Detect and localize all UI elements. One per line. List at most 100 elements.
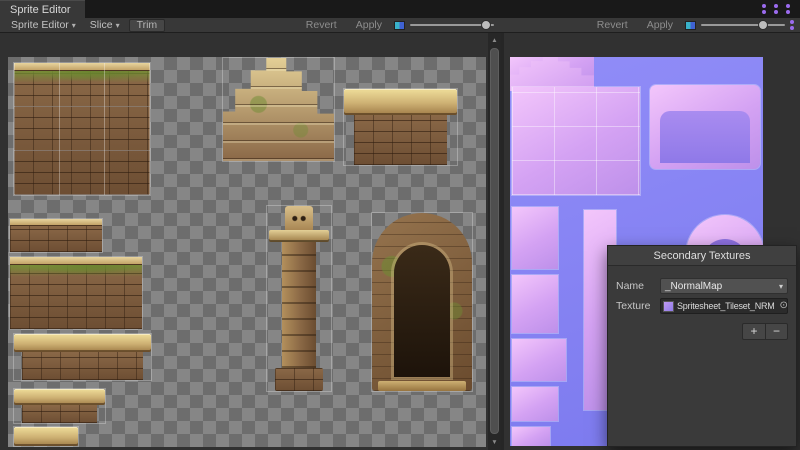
normalmap-platform-large[interactable] — [650, 85, 760, 169]
sprite-wall-cap — [14, 63, 150, 71]
texture-thumbnail — [663, 301, 674, 312]
sprite-wall-strip-2[interactable] — [10, 257, 142, 329]
texture-label: Texture — [616, 300, 660, 312]
name-dropdown[interactable]: _NormalMap ▾ — [660, 278, 788, 294]
object-picker-icon[interactable]: ⊙ — [778, 300, 788, 312]
sprite-platform-base — [22, 405, 97, 423]
sprite-wall-bricks — [14, 71, 150, 195]
apply-button[interactable]: Apply — [349, 18, 389, 32]
window-dots-icon — [790, 20, 794, 30]
revert-button[interactable]: Revert — [299, 18, 344, 32]
sprite-strip-cap — [10, 257, 142, 265]
trim-button[interactable]: Trim — [129, 19, 166, 32]
name-label: Name — [616, 280, 660, 292]
zoom-slider-track[interactable] — [701, 24, 785, 26]
sprite-platform-thin-2[interactable] — [14, 389, 105, 423]
sprite-stairs-shape — [223, 58, 334, 161]
scroll-up-icon[interactable]: ▲ — [488, 34, 501, 47]
add-remove-toolbar: + − — [742, 323, 788, 340]
remove-secondary-texture-button[interactable]: − — [765, 324, 787, 339]
revert-label: Revert — [306, 19, 337, 31]
scroll-down-icon[interactable]: ▼ — [488, 436, 501, 449]
secondary-textures-fields: Name _NormalMap ▾ Texture Spritesheet_Ti… — [608, 266, 796, 314]
secondary-textures-title-label: Secondary Textures — [653, 250, 750, 262]
window-dots-icon — [786, 4, 790, 14]
normalmap-strip-1[interactable] — [512, 207, 558, 269]
chevron-down-icon: ▾ — [779, 282, 783, 291]
window-dots-icon — [774, 4, 778, 14]
sprite-platform-slab — [14, 427, 78, 446]
sprite-platform-base — [354, 115, 447, 165]
sprite-sheet-viewport[interactable] — [8, 57, 486, 447]
revert-label: Revert — [597, 19, 628, 31]
toolbar-left-group: Sprite Editor ▾ Slice ▾ Trim — [4, 18, 165, 32]
secondary-textures-panel: Secondary Textures Name _NormalMap ▾ Tex… — [607, 245, 797, 447]
window-titlebar: Sprite Editor — [0, 0, 800, 18]
slice-label: Slice — [90, 19, 113, 31]
chevron-down-icon: ▾ — [72, 21, 76, 30]
color-channel-toggle-icon[interactable] — [685, 21, 696, 30]
sprite-editor-mode-dropdown[interactable]: Sprite Editor ▾ — [4, 18, 83, 32]
sprite-pillar-collar — [269, 230, 329, 242]
normalmap-strip-4[interactable] — [512, 387, 558, 421]
zoom-slider-knob[interactable] — [481, 20, 491, 30]
slice-grid-lines — [512, 87, 640, 195]
sprite-platform-slab — [14, 334, 151, 352]
name-row: Name _NormalMap ▾ — [616, 278, 788, 294]
sprite-editor-tab-label: Sprite Editor — [10, 4, 71, 16]
sprite-strip-bricks — [10, 265, 142, 329]
texture-object-field[interactable]: Spritesheet_Tileset_NRM ⊙ — [660, 298, 788, 314]
vertical-scrollbar[interactable]: ▲ ▼ — [488, 33, 501, 450]
normalmap-platform-base — [660, 111, 750, 163]
toolbar-right-pane-controls: Revert Apply — [590, 18, 794, 32]
normalmap-strip-3[interactable] — [512, 339, 566, 381]
zoom-slider-knob[interactable] — [758, 20, 768, 30]
sprite-editor-tab[interactable]: Sprite Editor — [0, 0, 85, 18]
sprite-pillar-head — [285, 206, 313, 232]
sprite-pillar-shaft — [282, 242, 316, 368]
chevron-down-icon: ▾ — [116, 21, 120, 30]
sprite-door-arch[interactable] — [372, 213, 472, 391]
sprite-platform-large[interactable] — [344, 89, 457, 165]
name-value: _NormalMap — [665, 281, 722, 292]
sprite-platform-thin-3[interactable] — [14, 427, 78, 446]
sprite-platform-base — [22, 352, 143, 380]
sprite-pillar-base — [275, 368, 323, 391]
texture-view-pane: ▲ ▼ — [0, 33, 502, 450]
normalmap-strip-2[interactable] — [512, 275, 558, 333]
texture-value: Spritesheet_Tileset_NRM — [677, 301, 775, 311]
normalmap-stairs[interactable] — [510, 57, 594, 91]
sprite-editor-toolbar: Sprite Editor ▾ Slice ▾ Trim Revert Appl… — [0, 18, 800, 33]
secondary-textures-footer: + − — [608, 318, 796, 345]
apply-button-secondary[interactable]: Apply — [640, 18, 680, 32]
secondary-textures-title: Secondary Textures — [608, 246, 796, 266]
zoom-slider-secondary[interactable] — [701, 18, 785, 32]
zoom-slider[interactable] — [410, 18, 494, 32]
toolbar-left-pane-controls: Revert Apply — [299, 18, 494, 32]
window-controls — [762, 4, 790, 14]
sprite-wall-strip-1[interactable] — [10, 219, 102, 252]
apply-label: Apply — [356, 19, 382, 31]
apply-label: Apply — [647, 19, 673, 31]
sprite-editor-mode-label: Sprite Editor — [11, 19, 69, 31]
sprite-stairs[interactable] — [223, 58, 334, 161]
slice-dropdown[interactable]: Slice ▾ — [83, 18, 127, 32]
sprite-pillar-totem[interactable] — [267, 206, 331, 391]
sprite-platform-thin-1[interactable] — [14, 334, 151, 380]
sprite-strip-cap — [10, 219, 102, 226]
texture-row: Texture Spritesheet_Tileset_NRM ⊙ — [616, 298, 788, 314]
color-channel-toggle-icon[interactable] — [394, 21, 405, 30]
sprite-door-step — [378, 381, 466, 391]
sprite-editor-window: Sprite Editor Sprite Editor ▾ Slice ▾ Tr… — [0, 0, 800, 450]
sprite-platform-slab — [344, 89, 457, 115]
sprite-strip-bricks — [10, 226, 102, 252]
sprite-door-opening — [394, 245, 450, 377]
add-secondary-texture-button[interactable]: + — [743, 324, 765, 339]
normalmap-stairs-shape — [510, 57, 594, 91]
normalmap-strip-5[interactable] — [512, 427, 550, 446]
sprite-wall-large[interactable] — [14, 63, 150, 195]
sprite-platform-slab — [14, 389, 105, 405]
scrollbar-thumb[interactable] — [490, 48, 499, 434]
revert-button-secondary[interactable]: Revert — [590, 18, 635, 32]
normalmap-wall-large[interactable] — [512, 87, 640, 195]
